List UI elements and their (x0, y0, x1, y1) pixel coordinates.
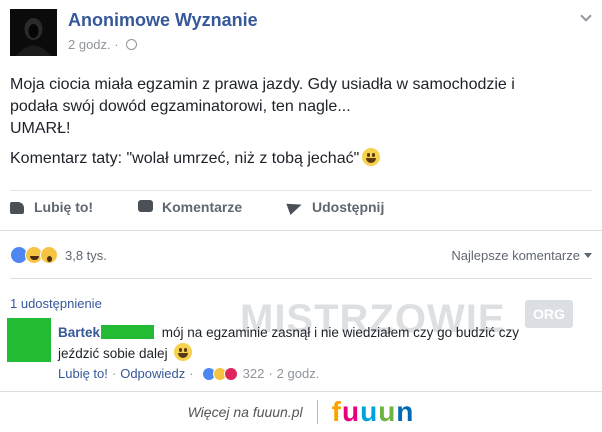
share-label: Udostępnij (312, 199, 385, 215)
commenter-avatar[interactable] (7, 318, 51, 362)
site-footer: Więcej na fuuun.pl fuuun (0, 392, 602, 432)
chevron-down-icon[interactable] (580, 10, 592, 22)
comment-body: Bartek mój na egzaminie zasnął i nie wie… (58, 323, 563, 364)
comment-button[interactable]: Komentarze (138, 199, 288, 215)
comment-like-link[interactable]: Lubię to! (58, 366, 108, 381)
post-text-line: podała swój dowód egzaminatorowi, ten na… (10, 98, 351, 115)
comment-reply-link[interactable]: Odpowiedz (120, 366, 185, 381)
share-arrow-icon (286, 198, 304, 216)
post-actions: Lubię to! Komentarze Udostępnij (10, 198, 385, 216)
author-avatar[interactable] (10, 9, 57, 56)
post-time[interactable]: 2 godz. · (68, 37, 119, 52)
comment-sort-dropdown[interactable]: Najlepsze komentarze (451, 248, 592, 263)
divider (10, 190, 592, 191)
love-reaction-icon (223, 366, 238, 381)
post-text-line: UMARŁ! (10, 120, 71, 137)
comment-icon (138, 200, 154, 214)
post-text: Moja ciocia miała egzamin z prawa jazdy.… (10, 74, 595, 170)
more-link[interactable]: Więcej na fuuun.pl (188, 404, 303, 420)
globe-icon (125, 39, 137, 50)
wow-reaction-icon (40, 246, 58, 264)
reaction-count[interactable]: 3,8 tys. (65, 248, 107, 263)
grinning-emoji-icon (362, 148, 381, 166)
comment-reaction-count[interactable]: 322 (243, 366, 265, 381)
commenter-name[interactable]: Bartek (58, 325, 100, 340)
separator-dot: · (268, 366, 273, 381)
like-button[interactable]: Lubię to! (10, 199, 138, 215)
comment-label: Komentarze (162, 199, 243, 215)
caret-down-icon (584, 252, 592, 258)
facebook-post: Anonimowe Wyznanie 2 godz. · Moja ciocia… (0, 0, 602, 392)
comment-time[interactable]: 2 godz. (277, 366, 320, 381)
comment-reactions[interactable] (201, 366, 238, 381)
author-name[interactable]: Anonimowe Wyznanie (68, 10, 258, 31)
site-logo[interactable]: fuuun (332, 396, 415, 428)
comment-footer: Lubię to! · Odpowiedz · 322 · 2 godz. (58, 366, 319, 381)
divider (10, 278, 592, 279)
divider (316, 400, 318, 424)
reaction-icons[interactable]: 3,8 tys. (10, 246, 107, 264)
post-text-line: Moja ciocia miała egzamin z prawa jazdy.… (10, 76, 515, 93)
separator-dot: · (111, 366, 117, 381)
reactions-summary: 3,8 tys. Najlepsze komentarze (10, 240, 592, 270)
grinning-emoji-icon (174, 343, 193, 361)
post-text-line: Komentarz taty: "wolał umrzeć, niż z tob… (10, 148, 595, 170)
divider (0, 230, 602, 231)
thumbs-up-icon (10, 200, 26, 214)
like-label: Lubię to! (34, 199, 94, 215)
share-button[interactable]: Udostępnij (286, 198, 385, 216)
redacted-surname (101, 325, 155, 339)
post-meta: 2 godz. · (68, 37, 137, 52)
shares-link[interactable]: 1 udostępnienie (10, 296, 102, 311)
separator-dot: · (189, 366, 194, 381)
